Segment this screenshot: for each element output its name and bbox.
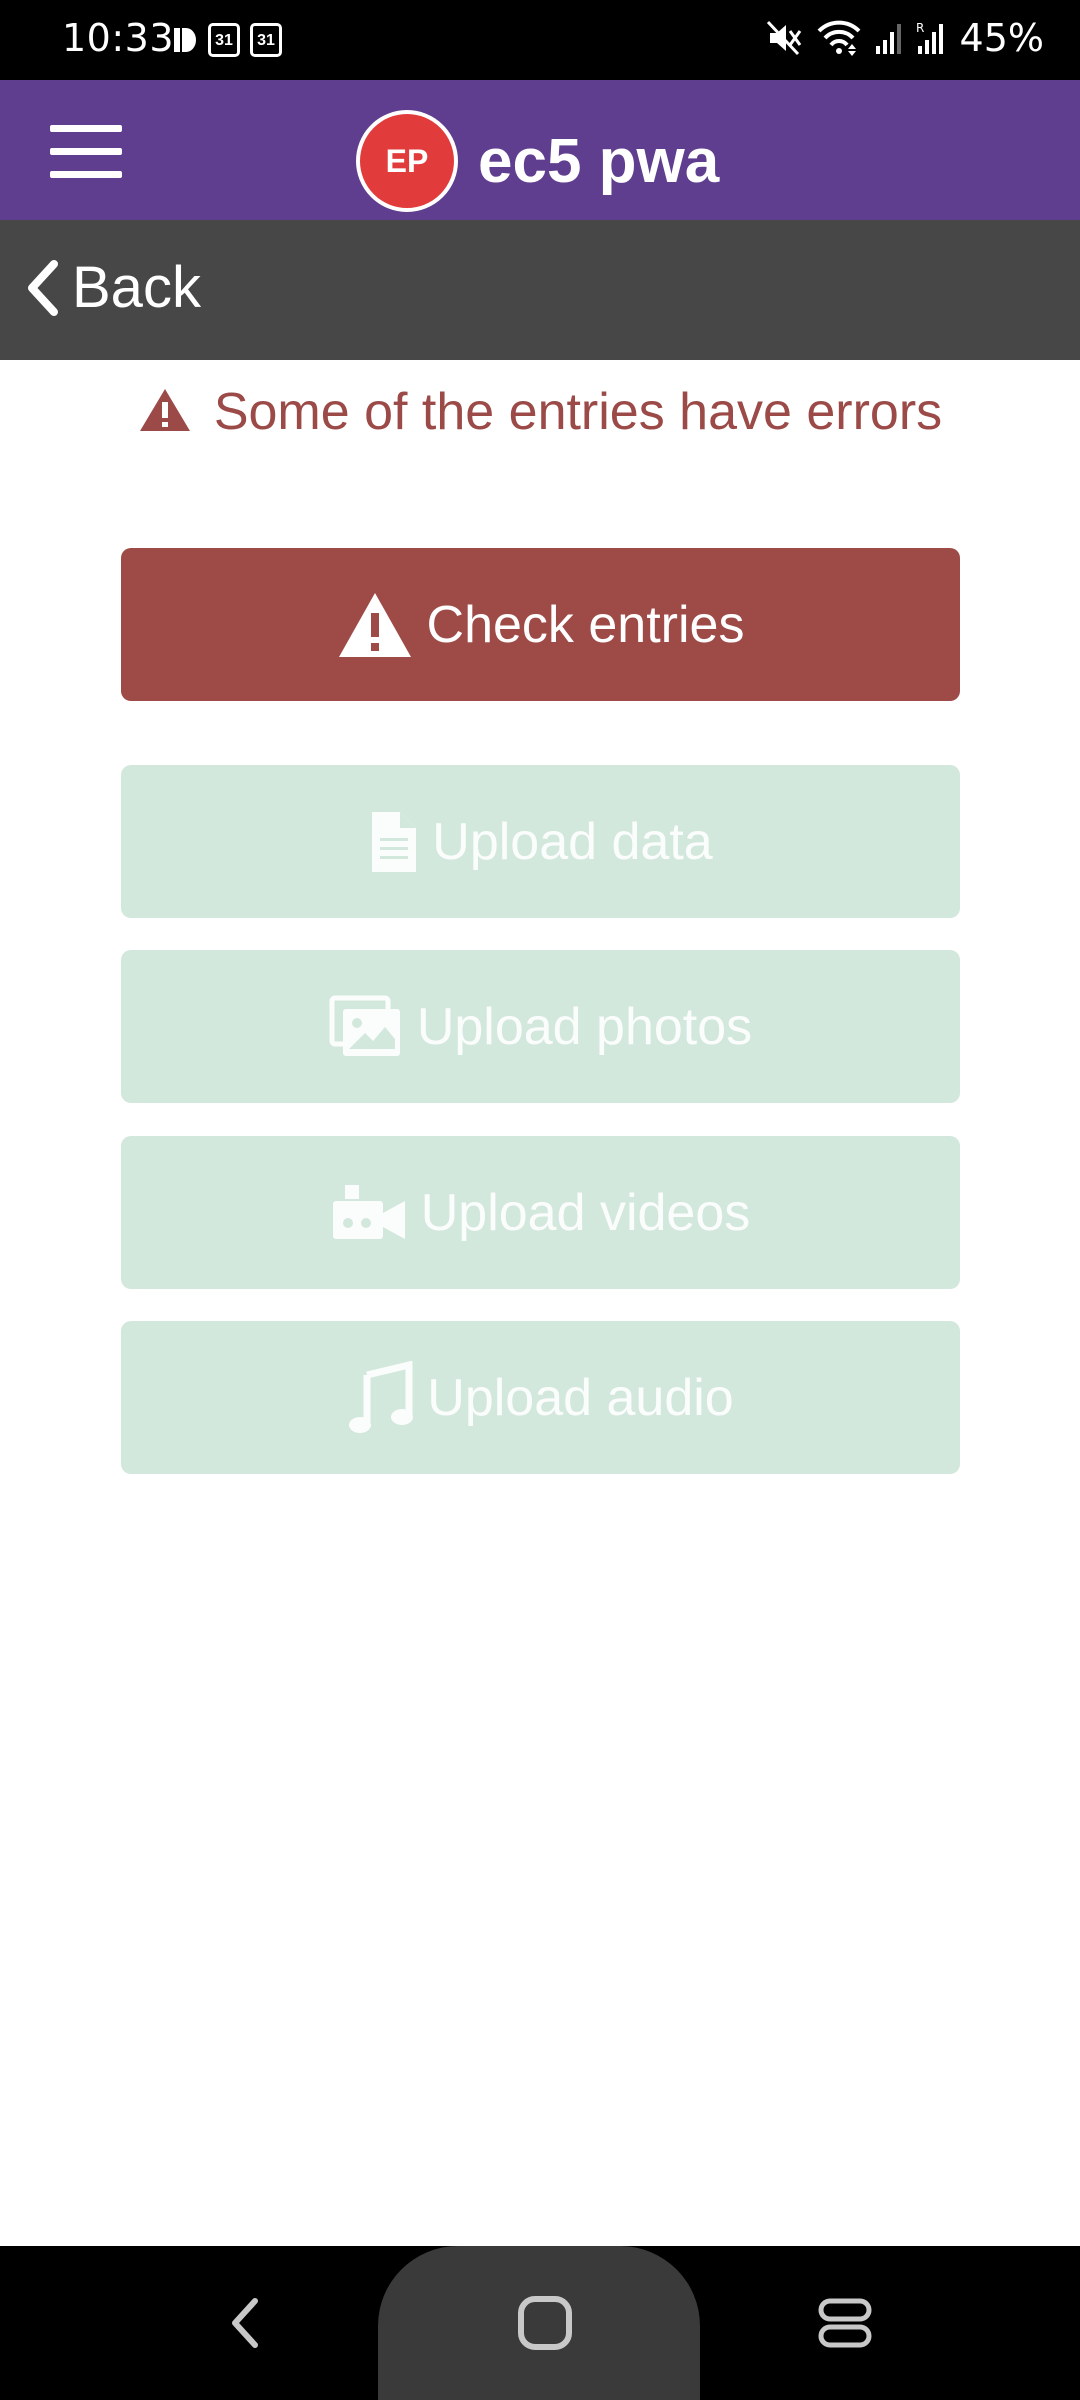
nav-back-button[interactable]: [200, 2246, 290, 2400]
upload-videos-label: Upload videos: [420, 1183, 751, 1242]
chevron-left-icon: [28, 259, 58, 316]
app-header: EP ec5 pwa: [0, 80, 1080, 220]
error-message: Some of the entries have errors: [120, 376, 960, 448]
video-camera-icon: [332, 1184, 405, 1239]
back-button[interactable]: Back: [22, 254, 201, 321]
status-bar: 10:33 31 31 R 45%: [0, 0, 1080, 80]
app-logo: EP: [356, 110, 458, 212]
back-label: Back: [72, 255, 201, 320]
system-navigation-bar: [0, 2246, 1080, 2400]
file-text-icon: [372, 811, 417, 872]
upload-audio-button[interactable]: Upload audio: [121, 1321, 960, 1474]
brand: EP ec5 pwa: [356, 110, 719, 212]
calendar-icon: 31: [208, 23, 240, 57]
signal-roaming-icon: R: [916, 21, 943, 54]
signal-icon: [875, 24, 901, 54]
warning-icon: [139, 389, 190, 431]
calendar-icon: 31: [250, 23, 282, 57]
upload-photos-label: Upload photos: [416, 997, 753, 1056]
check-entries-button[interactable]: Check entries: [121, 548, 960, 701]
nav-home-button[interactable]: [500, 2246, 590, 2400]
warning-icon: [338, 592, 411, 657]
recent-apps-icon: [818, 2298, 872, 2348]
status-notification-icons: 31 31: [172, 20, 282, 60]
wifi-icon: [817, 20, 860, 56]
status-system-icons: R 45%: [764, 16, 1044, 60]
mute-icon: [766, 20, 801, 56]
back-bar: Back: [0, 220, 1080, 360]
upload-data-label: Upload data: [432, 812, 713, 871]
upload-photos-button[interactable]: Upload photos: [121, 950, 960, 1103]
hamburger-menu-icon[interactable]: [50, 125, 122, 179]
upload-videos-button[interactable]: Upload videos: [121, 1136, 960, 1289]
upload-data-button[interactable]: Upload data: [121, 765, 960, 918]
check-entries-label: Check entries: [426, 595, 745, 654]
chevron-left-icon: [232, 2298, 258, 2348]
music-note-icon: [349, 1360, 414, 1433]
error-message-text: Some of the entries have errors: [213, 383, 943, 441]
svg-text:R: R: [916, 21, 924, 35]
images-icon: [329, 995, 400, 1056]
status-time: 10:33: [62, 16, 175, 60]
nav-recent-apps-button[interactable]: [800, 2246, 890, 2400]
home-square-icon: [518, 2296, 572, 2350]
battery-percentage: 45%: [959, 16, 1044, 60]
notification-app-icon: [174, 28, 196, 52]
upload-audio-label: Upload audio: [427, 1368, 734, 1427]
app-title: ec5 pwa: [478, 126, 720, 196]
